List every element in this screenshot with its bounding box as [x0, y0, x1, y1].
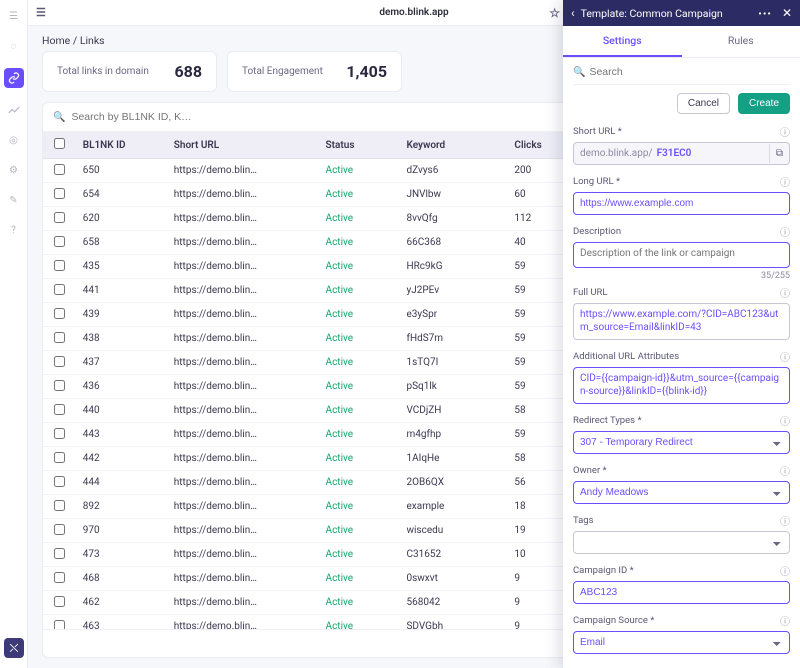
cancel-button[interactable]: Cancel [677, 93, 730, 114]
status-badge: Active [326, 285, 354, 296]
panel-header: ‹ Template: Common Campaign ••• ✕ [563, 0, 800, 26]
row-checkbox[interactable] [54, 308, 65, 319]
redirect-type-select[interactable]: 307 - Temporary Redirect [573, 431, 790, 454]
info-icon[interactable]: ⓘ [780, 285, 790, 300]
target-icon[interactable]: ◎ [6, 132, 22, 148]
info-icon[interactable]: ⓘ [780, 174, 790, 189]
links-icon[interactable] [4, 68, 24, 88]
row-checkbox[interactable] [54, 164, 65, 175]
status-badge: Active [326, 525, 354, 536]
help-icon[interactable]: ? [6, 222, 22, 238]
row-checkbox[interactable] [54, 620, 65, 630]
breadcrumb-links[interactable]: Links [80, 34, 105, 47]
row-checkbox[interactable] [54, 476, 65, 487]
row-checkbox[interactable] [54, 428, 65, 439]
description-input[interactable] [573, 242, 790, 268]
nav-rail: ☰ ◌ ◎ ⚙ ✎ ? ⛌ [0, 0, 28, 668]
full-url-display: https://www.example.com/?CID=ABC123&utm_… [573, 303, 790, 340]
menu-icon[interactable]: ☰ [6, 8, 22, 24]
row-checkbox[interactable] [54, 404, 65, 415]
info-icon[interactable]: ⓘ [780, 463, 790, 478]
status-badge: Active [326, 453, 354, 464]
campaign-source-select[interactable]: Email [573, 631, 790, 654]
info-icon[interactable]: ⓘ [780, 613, 790, 628]
status-badge: Active [326, 597, 354, 608]
col-select[interactable] [43, 132, 77, 159]
star-icon[interactable]: ☆ [549, 6, 560, 20]
select-all-checkbox[interactable] [54, 138, 65, 149]
status-badge: Active [326, 549, 354, 560]
row-checkbox[interactable] [54, 332, 65, 343]
row-checkbox[interactable] [54, 260, 65, 271]
edit-icon[interactable]: ✎ [6, 192, 22, 208]
copy-icon[interactable]: ⧉ [769, 144, 789, 163]
status-badge: Active [326, 381, 354, 392]
tab-rules[interactable]: Rules [682, 26, 800, 57]
status-badge: Active [326, 357, 354, 368]
status-badge: Active [326, 477, 354, 488]
stat-total-links: Total links in domain 688 [42, 51, 217, 92]
gear-icon[interactable]: ⚙ [6, 162, 22, 178]
status-badge: Active [326, 213, 354, 224]
url-attributes-input[interactable]: CID={{campaign-id}}&utm_source={{campaig… [573, 367, 790, 404]
page-title: demo.blink.app [379, 7, 448, 18]
char-count: 35/255 [761, 271, 790, 281]
panel-search-input[interactable] [589, 66, 790, 78]
accessibility-icon[interactable]: ⛌ [4, 638, 24, 658]
status-badge: Active [326, 165, 354, 176]
panel-title: Template: Common Campaign [581, 7, 723, 20]
tags-select[interactable] [573, 531, 790, 554]
row-checkbox[interactable] [54, 572, 65, 583]
status-badge: Active [326, 261, 354, 272]
status-badge: Active [326, 573, 354, 584]
search-icon: 🔍 [573, 67, 585, 78]
settings-panel: ‹ Template: Common Campaign ••• ✕ Settin… [563, 0, 800, 668]
back-icon[interactable]: ‹ [571, 6, 575, 20]
info-icon[interactable]: ⓘ [780, 124, 790, 139]
long-url-input[interactable] [573, 192, 790, 215]
row-checkbox[interactable] [54, 236, 65, 247]
row-checkbox[interactable] [54, 380, 65, 391]
status-badge: Active [326, 189, 354, 200]
status-badge: Active [326, 333, 354, 344]
row-checkbox[interactable] [54, 524, 65, 535]
info-icon[interactable]: ⓘ [780, 513, 790, 528]
row-checkbox[interactable] [54, 188, 65, 199]
status-badge: Active [326, 621, 354, 629]
sidebar-toggle-icon[interactable]: ☰ [36, 6, 46, 19]
stat-total-engagement: Total Engagement 1,405 [227, 51, 402, 92]
row-checkbox[interactable] [54, 452, 65, 463]
row-checkbox[interactable] [54, 548, 65, 559]
analytics-icon[interactable] [6, 102, 22, 118]
dashboard-icon[interactable]: ◌ [6, 38, 22, 54]
row-checkbox[interactable] [54, 500, 65, 511]
col-status[interactable]: Status [320, 132, 401, 159]
status-badge: Active [326, 429, 354, 440]
create-button[interactable]: Create [738, 93, 790, 114]
col-keyword[interactable]: Keyword [400, 132, 508, 159]
row-checkbox[interactable] [54, 212, 65, 223]
status-badge: Active [326, 309, 354, 320]
close-icon[interactable]: ✕ [782, 6, 792, 20]
search-icon: 🔍 [53, 112, 65, 123]
info-icon[interactable]: ⓘ [780, 563, 790, 578]
breadcrumb-home[interactable]: Home [42, 34, 70, 47]
status-badge: Active [326, 405, 354, 416]
more-icon[interactable]: ••• [758, 7, 772, 20]
info-icon[interactable]: ⓘ [780, 413, 790, 428]
tab-settings[interactable]: Settings [563, 26, 682, 57]
short-url-field: demo.blink.app/ F31EC0 ⧉ [573, 142, 790, 165]
col-short-url[interactable]: Short URL [168, 132, 320, 159]
owner-select[interactable]: Andy Meadows [573, 481, 790, 504]
campaign-id-input[interactable] [573, 581, 790, 604]
row-checkbox[interactable] [54, 596, 65, 607]
status-badge: Active [326, 237, 354, 248]
row-checkbox[interactable] [54, 356, 65, 367]
info-icon[interactable]: ⓘ [780, 349, 790, 364]
status-badge: Active [326, 501, 354, 512]
row-checkbox[interactable] [54, 284, 65, 295]
info-icon[interactable]: ⓘ [780, 224, 790, 239]
col-bl1nk-id[interactable]: BL1NK ID [77, 132, 168, 159]
